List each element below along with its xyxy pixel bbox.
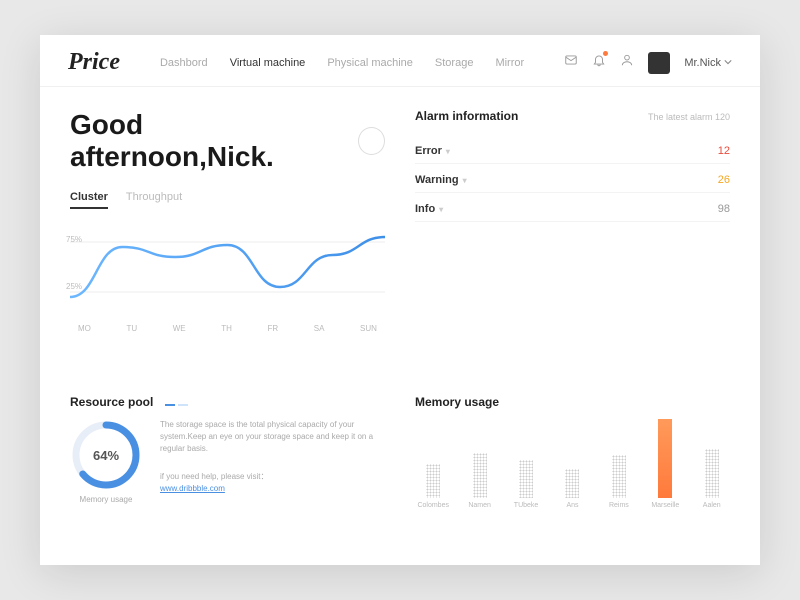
- alarm-panel: Alarm information The latest alarm 120 E…: [415, 109, 730, 375]
- username-dropdown[interactable]: Mr.Nick: [684, 57, 732, 69]
- alarm-title: Alarm information: [415, 109, 518, 123]
- alarm-value: 12: [718, 145, 730, 157]
- resource-title: Resource pool: [70, 395, 385, 409]
- ytick-25: 25%: [66, 282, 82, 291]
- nav-item-mirror[interactable]: Mirror: [495, 57, 524, 69]
- page-title: Good afternoon,Nick.: [70, 109, 385, 173]
- alarm-header: Alarm information The latest alarm 120: [415, 109, 730, 133]
- bar: [473, 453, 487, 498]
- bar-col-namen: Namen: [461, 453, 497, 509]
- nav-item-physical-machine[interactable]: Physical machine: [327, 57, 413, 69]
- bar-col-tubeke: TUbeke: [508, 460, 544, 509]
- spinner-icon: [358, 127, 385, 155]
- ytick-75: 75%: [66, 235, 82, 244]
- donut-chart: 64%: [70, 419, 142, 491]
- bar: [565, 469, 579, 498]
- memory-title: Memory usage: [415, 395, 730, 409]
- topbar-right: Mr.Nick: [564, 52, 732, 74]
- avatar[interactable]: [648, 52, 670, 74]
- bar-col-reims: Reims: [601, 455, 637, 509]
- mail-icon[interactable]: [564, 53, 578, 72]
- resource-panel: Resource pool 64% Memory usage: [70, 395, 385, 547]
- bar: [612, 455, 626, 498]
- xtick: WE: [173, 324, 186, 333]
- bar: [426, 464, 440, 498]
- xtick: SA: [314, 324, 325, 333]
- alarm-expand-info[interactable]: Info▾: [415, 203, 443, 215]
- alarm-value: 26: [718, 174, 730, 186]
- alarm-rows: Error▾ 12 Warning▾ 26 Info▾ 98: [415, 145, 730, 222]
- alarm-expand-warning[interactable]: Warning▾: [415, 174, 467, 186]
- username-text: Mr.Nick: [684, 57, 721, 69]
- topbar: Price Dashbord Virtual machine Physical ma…: [40, 35, 760, 87]
- app-window: Price Dashbord Virtual machine Physical ma…: [40, 35, 760, 565]
- tab-cluster[interactable]: Cluster: [70, 191, 108, 209]
- resource-body: 64% Memory usage The storage space is th…: [70, 419, 385, 504]
- xtick: MO: [78, 324, 91, 333]
- cluster-tabs: Cluster Throughput: [70, 191, 385, 209]
- bar-label: Ans: [566, 502, 578, 509]
- chevron-down-icon: ▾: [463, 176, 467, 185]
- resource-desc: The storage space is the total physical …: [160, 419, 385, 504]
- bar-col-colombes: Colombes: [415, 464, 451, 509]
- bell-icon[interactable]: [592, 53, 606, 72]
- resource-help: if you need help, please visit： www.drib…: [160, 471, 385, 495]
- memory-bars: Colombes Namen TUbeke Ans Reims Marseille Aale…: [415, 419, 730, 509]
- left-upper: Good afternoon,Nick. ClusterThroughput 7…: [70, 109, 385, 375]
- chevron-down-icon: [724, 57, 732, 69]
- xtick: TH: [221, 324, 232, 333]
- alarm-row-error: Error▾ 12: [415, 145, 730, 164]
- xtick: SUN: [360, 324, 377, 333]
- content: Good afternoon,Nick. Cluster Throughput 7…: [40, 87, 760, 565]
- bar-label: Colombes: [417, 502, 449, 509]
- nav: Dashbord Virtual machine Physical machine S…: [160, 57, 524, 69]
- nav-item-storage[interactable]: Storage: [435, 57, 474, 69]
- user-icon[interactable]: [620, 53, 634, 72]
- bar-label: Aalen: [703, 502, 721, 509]
- bar-label: TUbeke: [514, 502, 539, 509]
- xaxis: MO TU WE TH FR SA SUN: [70, 322, 385, 333]
- alarm-row-info: Info▾ 98: [415, 203, 730, 222]
- resource-legend: [165, 404, 188, 406]
- bar: [705, 449, 719, 499]
- alarm-value: 98: [718, 203, 730, 215]
- greeting-text: Good afternoon,Nick.: [70, 109, 340, 173]
- xtick: TU: [126, 324, 137, 333]
- tab-throughput[interactable]: Throughput: [126, 191, 182, 209]
- bar-col-marseille: Marseille: [647, 419, 683, 509]
- alarm-subtitle: The latest alarm 120: [648, 112, 730, 122]
- bar: [658, 419, 672, 498]
- donut-label: Memory usage: [80, 495, 133, 504]
- chevron-down-icon: ▾: [446, 147, 450, 156]
- xtick: FR: [268, 324, 279, 333]
- notification-dot: [603, 51, 608, 56]
- nav-item-virtual-machine[interactable]: Virtual machine: [230, 57, 306, 69]
- help-link[interactable]: www.dribbble.com: [160, 484, 225, 493]
- donut-percent: 64%: [70, 419, 142, 491]
- cluster-chart: 75% 25% MOTUWETHFRSASUN: [70, 217, 385, 337]
- bar-label: Marseille: [651, 502, 679, 509]
- chevron-down-icon: ▾: [439, 205, 443, 214]
- bar-label: Namen: [468, 502, 491, 509]
- line-chart-svg: [70, 217, 385, 317]
- alarm-row-warning: Warning▾ 26: [415, 174, 730, 193]
- donut-wrap: 64% Memory usage: [70, 419, 142, 504]
- memory-panel: Memory usage Colombes Namen TUbeke Ans Reims…: [415, 395, 730, 547]
- nav-item-dashbord[interactable]: Dashbord: [160, 57, 208, 69]
- logo: Price: [68, 49, 120, 76]
- bar-col-aalen: Aalen: [694, 449, 730, 510]
- bar-col-ans: Ans: [554, 469, 590, 509]
- bar: [519, 460, 533, 498]
- bar-label: Reims: [609, 502, 629, 509]
- alarm-expand-error[interactable]: Error▾: [415, 145, 450, 157]
